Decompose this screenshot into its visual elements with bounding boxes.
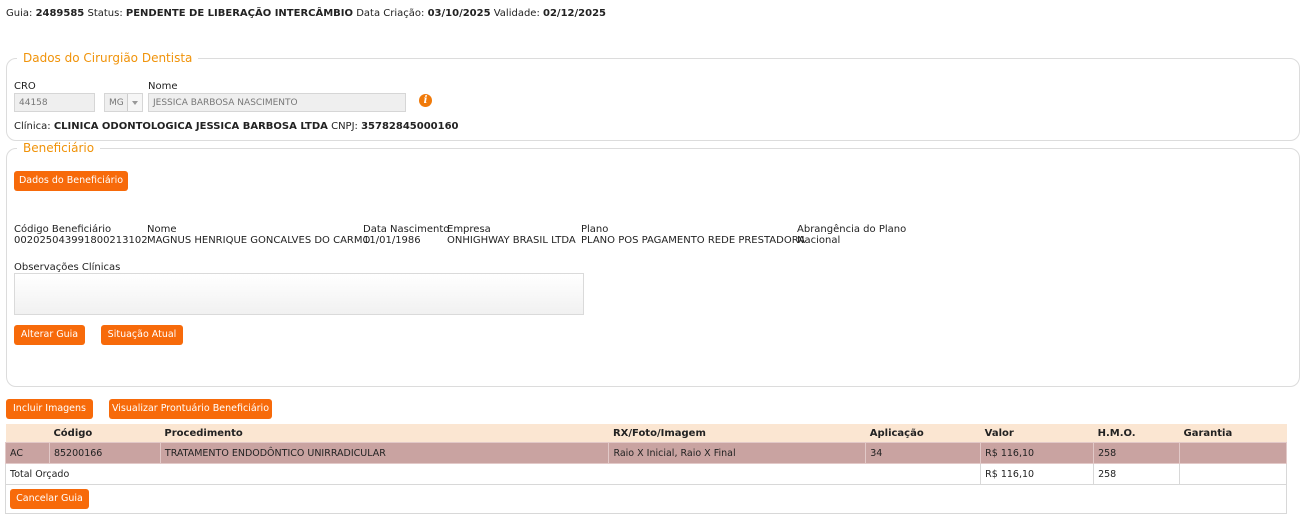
plano-label: Plano <box>581 224 609 235</box>
nascimento-label: Data Nascimento <box>363 224 450 235</box>
nome-beneficiario-value: MAGNUS HENRIQUE GONCALVES DO CARMO <box>147 235 371 246</box>
observacoes-label: Observações Clínicas <box>14 262 121 273</box>
beneficiario-legend: Beneficiário <box>23 141 95 155</box>
incluir-imagens-button[interactable]: Incluir Imagens <box>6 399 93 419</box>
empresa-label: Empresa <box>447 224 491 235</box>
codigo-beneficiario-label: Código Beneficiário <box>14 224 112 235</box>
col-header-rx: RX/Foto/Imagem <box>608 424 866 443</box>
cell-valor: R$ 116,10 <box>980 442 1095 464</box>
total-row: Total Orçado R$ 116,10 258 <box>4 463 1287 485</box>
cancel-cell <box>5 484 1287 514</box>
status-label: Status: <box>87 8 123 19</box>
cell-procedimento: TRATAMENTO ENDODÔNTICO UNIRRADICULAR <box>159 442 610 464</box>
beneficiario-section: Beneficiário <box>6 141 1300 387</box>
validade-value: 02/12/2025 <box>543 8 606 19</box>
table-header-row: Código Procedimento RX/Foto/Imagem Aplic… <box>5 424 1287 443</box>
guia-number: 2489585 <box>35 8 85 19</box>
cnpj-value: 35782845000160 <box>361 121 459 132</box>
chevron-down-icon[interactable] <box>127 94 142 111</box>
col-header-tipo <box>5 424 50 443</box>
cell-garantia <box>1179 442 1287 464</box>
cro-input[interactable]: 44158 <box>14 93 95 112</box>
nome-dentista-label: Nome <box>148 81 178 92</box>
cell-hmo: 258 <box>1093 442 1181 464</box>
situacao-atual-button[interactable]: Situação Atual <box>101 325 183 345</box>
validade-label: Validade: <box>493 8 540 19</box>
total-valor: R$ 116,10 <box>980 463 1095 485</box>
status-value: PENDENTE DE LIBERAÇÃO INTERCÂMBIO <box>125 8 354 19</box>
cell-rx: Raio X Inicial, Raio X Final <box>608 442 867 464</box>
col-header-garantia: Garantia <box>1179 424 1287 443</box>
col-header-codigo: Código <box>49 424 161 443</box>
criacao-value: 03/10/2025 <box>427 8 491 19</box>
guia-header: Guia: 2489585 Status: PENDENTE DE LIBERA… <box>6 8 606 19</box>
procedures-table: Código Procedimento RX/Foto/Imagem Aplic… <box>4 424 1287 514</box>
clinica-line: Clínica: CLINICA ODONTOLOGICA JESSICA BA… <box>14 121 459 132</box>
col-header-procedimento: Procedimento <box>160 424 609 443</box>
clinica-value: CLINICA ODONTOLOGICA JESSICA BARBOSA LTD… <box>53 121 328 132</box>
nome-beneficiario-label: Nome <box>147 224 177 235</box>
visualizar-prontuario-button[interactable]: Visualizar Prontuário Beneficiário <box>109 399 272 419</box>
dentista-legend: Dados do Cirurgião Dentista <box>23 51 193 65</box>
col-header-valor: Valor <box>980 424 1094 443</box>
criacao-label: Data Criação: <box>356 8 425 19</box>
alterar-guia-button[interactable]: Alterar Guia <box>14 325 85 345</box>
guia-label: Guia: <box>6 8 33 19</box>
cell-aplicacao: 34 <box>865 442 982 464</box>
clinica-label: Clínica: <box>14 121 51 132</box>
cro-label: CRO <box>14 81 36 92</box>
cnpj-label: CNPJ: <box>331 121 358 132</box>
cancel-row <box>5 484 1287 514</box>
total-garantia <box>1179 463 1287 485</box>
table-row[interactable]: AC 85200166 TRATAMENTO ENDODÔNTICO UNIRR… <box>5 442 1287 464</box>
empresa-value: ONHIGHWAY BRASIL LTDA <box>447 235 576 246</box>
uf-select[interactable]: MG <box>104 93 143 112</box>
info-icon[interactable]: i <box>419 94 432 107</box>
nome-dentista-input[interactable]: JESSICA BARBOSA NASCIMENTO <box>148 93 406 112</box>
col-header-hmo: H.M.O. <box>1093 424 1180 443</box>
codigo-beneficiario-value: 00202504399180021310​2 <box>14 235 148 246</box>
plano-value: PLANO POS PAGAMENTO REDE PRESTADORA <box>581 235 806 246</box>
cancelar-guia-button[interactable]: Cancelar Guia <box>10 489 89 509</box>
nascimento-value: 11/01/1986 <box>363 235 421 246</box>
observacoes-textarea[interactable] <box>14 273 584 315</box>
abrangencia-value: Nacional <box>797 235 841 246</box>
cell-codigo: 85200166 <box>48 442 161 464</box>
total-label: Total Orçado <box>4 463 982 485</box>
col-header-aplicacao: Aplicação <box>865 424 981 443</box>
total-hmo: 258 <box>1093 463 1181 485</box>
cell-tipo: AC <box>5 442 50 464</box>
abrangencia-label: Abrangência do Plano <box>797 224 907 235</box>
uf-select-value: MG <box>109 98 124 108</box>
dados-beneficiario-button[interactable]: Dados do Beneficiário <box>14 171 128 191</box>
